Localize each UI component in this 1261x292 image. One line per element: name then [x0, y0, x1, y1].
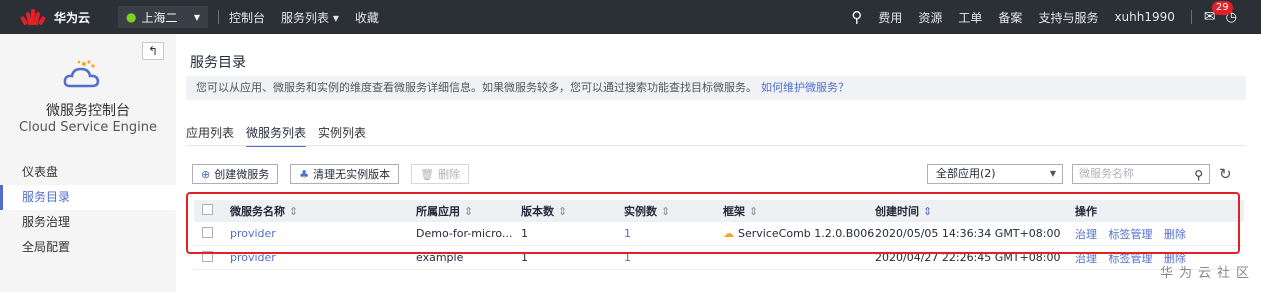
chevron-down-icon: ▼ [193, 12, 201, 22]
nav-filing[interactable]: 备案 [998, 9, 1022, 26]
search-placeholder: 微服务名称 [1079, 167, 1134, 180]
divider [218, 10, 220, 24]
tab-microservice-list[interactable]: 微服务列表 [246, 120, 307, 147]
nav-console[interactable]: 控制台 [229, 9, 265, 26]
nav-support[interactable]: 支持与服务 [1038, 9, 1098, 26]
clean-label: 清理无实例版本 [313, 168, 391, 181]
top-right-links: ⚲ 费用 资源 工单 备案 支持与服务 xuhh1990 ✉ 29 ◷ [851, 0, 1261, 34]
create-microservice-button[interactable]: ⊕ 创建微服务 [192, 164, 279, 184]
help-link[interactable]: 如何维护微服务？ [761, 81, 849, 94]
brand-name: 华为云 [54, 10, 91, 25]
huawei-logo-icon [20, 9, 46, 26]
broom-icon: ♣ [299, 167, 310, 181]
nav-tickets[interactable]: 工单 [958, 9, 982, 26]
tab-instance-list[interactable]: 实例列表 [318, 120, 366, 147]
cloud-service-engine-icon [63, 60, 100, 88]
clean-versions-button[interactable]: ♣ 清理无实例版本 [290, 164, 400, 184]
watermark: 华为云社区 [1160, 266, 1256, 281]
delete-label: 删除 [438, 168, 461, 181]
tab-divider [186, 145, 1246, 146]
console-title: 微服务控制台 [46, 103, 130, 119]
region-label: 上海二 [141, 10, 178, 25]
huawei-cloud-logo[interactable]: 华为云 [20, 9, 91, 26]
region-selector[interactable]: ● 上海二 ▼ [118, 6, 209, 28]
page-title: 服务目录 [190, 55, 246, 71]
info-text: 您可以从应用、微服务和实例的维度查看微服务详细信息。如果微服务较多，您可以通过搜… [196, 81, 757, 94]
user-account[interactable]: xuhh1990 [1114, 10, 1174, 24]
refresh-icon[interactable]: ↻ [1219, 164, 1232, 184]
sidebar-item-dashboard[interactable]: 仪表盘 [0, 160, 176, 185]
sidebar-item-service-governance[interactable]: 服务治理 [0, 210, 176, 235]
back-button[interactable]: ↰ [142, 42, 164, 60]
location-pin-icon: ● [126, 10, 137, 24]
mail-icon[interactable]: ✉ 29 [1204, 1, 1233, 25]
mail-count-badge: 29 [1211, 1, 1233, 15]
sidebar-item-service-catalog[interactable]: 服务目录 [0, 185, 176, 210]
chevron-down-icon: ▼ [1049, 169, 1056, 178]
trash-icon: 🗑 [420, 167, 435, 181]
info-banner: 您可以从应用、微服务和实例的维度查看微服务详细信息。如果微服务较多，您可以通过搜… [186, 76, 1246, 100]
console-subtitle: Cloud Service Engine [19, 120, 157, 135]
search-input[interactable]: 微服务名称 ⚲ [1072, 164, 1210, 184]
plus-circle-icon: ⊕ [201, 167, 211, 181]
divider [1190, 10, 1192, 24]
nav-favorites[interactable]: 收藏 [355, 9, 379, 26]
tab-app-list[interactable]: 应用列表 [186, 120, 234, 147]
toolbar: ⊕ 创建微服务 ♣ 清理无实例版本 🗑 删除 [192, 164, 481, 184]
search-icon[interactable]: ⚲ [851, 8, 862, 26]
app-filter-value: 全部应用(2) [936, 167, 996, 180]
app-filter-select[interactable]: 全部应用(2) ▼ [927, 164, 1063, 184]
nav-service-list[interactable]: 服务列表 ▾ [281, 9, 339, 26]
tab-bar: 应用列表 微服务列表 实例列表 [186, 120, 378, 147]
sidebar-menu: 仪表盘 服务目录 服务治理 全局配置 [0, 160, 176, 260]
sidebar: ↰ 微服务控制台 Cloud Service Engine 仪表盘 服务目录 服… [0, 34, 176, 292]
nav-resources[interactable]: 资源 [918, 9, 942, 26]
annotation-highlight-box [186, 192, 1240, 254]
create-label: 创建微服务 [214, 168, 270, 181]
top-navigation-bar: 华为云 ● 上海二 ▼ 控制台 服务列表 ▾ 收藏 ⚲ 费用 资源 工单 备案 … [0, 0, 1261, 34]
search-icon[interactable]: ⚲ [1194, 166, 1203, 184]
sidebar-item-global-config[interactable]: 全局配置 [0, 235, 176, 260]
delete-button[interactable]: 🗑 删除 [411, 164, 470, 184]
nav-billing[interactable]: 费用 [878, 9, 902, 26]
arrow-left-icon: ↰ [147, 44, 159, 58]
